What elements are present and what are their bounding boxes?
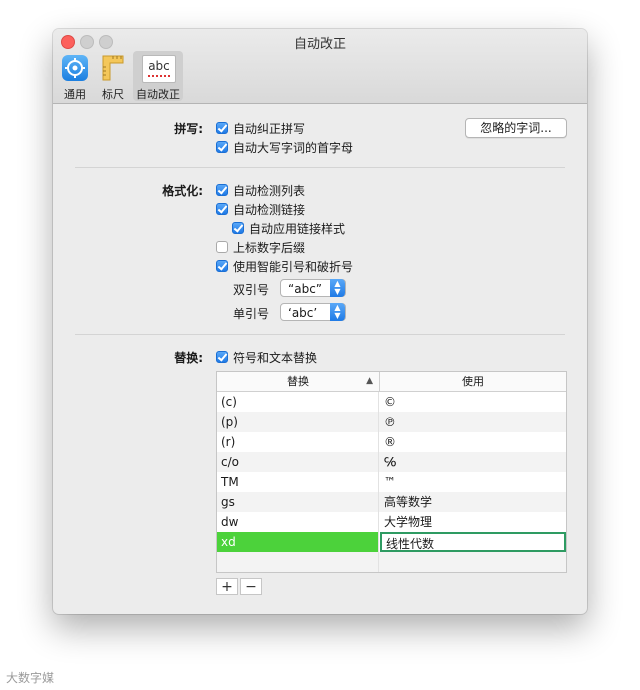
- column-header-with[interactable]: 使用: [380, 372, 566, 391]
- checkbox-icon: [216, 141, 228, 153]
- checkbox-label: 自动应用链接样式: [249, 221, 346, 236]
- apply-link-style-checkbox[interactable]: 自动应用链接样式: [232, 220, 345, 236]
- table-row[interactable]: dw 大学物理: [217, 512, 566, 532]
- with-cell[interactable]: ©: [380, 392, 566, 412]
- checkbox-icon: [216, 260, 228, 272]
- watermark: 大数字媒: [6, 671, 55, 685]
- column-header-replace[interactable]: 替换 ▲: [217, 372, 380, 391]
- abc-icon-text: abc: [148, 59, 170, 73]
- section-divider: [75, 167, 565, 168]
- with-cell-editing[interactable]: 线性代数: [380, 532, 566, 552]
- double-quotes-select[interactable]: “abc” ▲ ▼: [280, 279, 346, 297]
- toolbar-item-label: 标尺: [102, 88, 124, 101]
- table-row[interactable]: c/o ℅: [217, 452, 566, 472]
- table-row[interactable]: (p) ℗: [217, 412, 566, 432]
- checkbox-label: 使用智能引号和破折号: [233, 259, 354, 274]
- toolbar-item-autocorrect[interactable]: abc 自动改正: [133, 51, 183, 101]
- replace-cell[interactable]: dw: [217, 512, 379, 532]
- chevron-up-icon: ▲: [366, 376, 373, 386]
- ignored-words-button[interactable]: 忽略的字词...: [465, 118, 567, 138]
- toolbar-item-label: 通用: [64, 88, 86, 101]
- table-row-selected[interactable]: xd 线性代数: [217, 532, 566, 552]
- replace-cell[interactable]: xd: [217, 532, 379, 552]
- single-quotes-value: ‘abc’: [288, 306, 318, 320]
- replace-cell[interactable]: (r): [217, 432, 379, 452]
- abc-icon: abc: [142, 55, 176, 83]
- smart-quotes-checkbox[interactable]: 使用智能引号和破折号: [216, 258, 353, 274]
- window-title: 自动改正: [293, 37, 346, 52]
- with-cell[interactable]: ℅: [380, 452, 566, 472]
- detect-lists-checkbox[interactable]: 自动检测列表: [216, 182, 305, 198]
- spelling-label: 拼写:: [174, 122, 203, 136]
- table-row[interactable]: TM ™: [217, 472, 566, 492]
- auto-capitalize-checkbox[interactable]: 自动大写字词的首字母: [216, 139, 353, 155]
- checkbox-label: 自动大写字词的首字母: [233, 140, 354, 155]
- detect-links-checkbox[interactable]: 自动检测链接: [216, 201, 305, 217]
- replacement-table[interactable]: 替换 ▲ 使用 (c) © (p) ℗ (r) ® c/o ℅ TM ™ gs …: [216, 371, 567, 573]
- checkbox-icon: [216, 203, 228, 215]
- table-header: 替换 ▲ 使用: [217, 372, 566, 392]
- table-row-empty: [217, 552, 566, 572]
- replace-cell[interactable]: TM: [217, 472, 379, 492]
- section-divider: [75, 334, 565, 335]
- checkbox-label: 自动检测列表: [233, 183, 306, 198]
- checkbox-label: 上标数字后缀: [233, 240, 306, 255]
- replace-cell[interactable]: (c): [217, 392, 379, 412]
- checkbox-icon: [216, 351, 228, 363]
- with-cell[interactable]: 大学物理: [380, 512, 566, 532]
- chevron-up-down-icon: ▲ ▼: [330, 279, 345, 297]
- remove-row-button[interactable]: −: [240, 578, 262, 595]
- add-row-button[interactable]: +: [216, 578, 238, 595]
- superscript-suffix-checkbox[interactable]: 上标数字后缀: [216, 239, 305, 255]
- formatting-label: 格式化:: [162, 184, 203, 198]
- single-quotes-label: 单引号: [233, 307, 270, 321]
- replace-cell[interactable]: gs: [217, 492, 379, 512]
- with-cell[interactable]: ™: [380, 472, 566, 492]
- checkbox-icon: [232, 222, 244, 234]
- checkbox-icon: [216, 122, 228, 134]
- title-bar: 自动改正 通用 标尺 abc 自动改正: [53, 29, 587, 104]
- with-cell[interactable]: 高等数学: [380, 492, 566, 512]
- double-quotes-value: “abc”: [288, 282, 323, 296]
- ruler-icon: [102, 55, 124, 81]
- single-quotes-select[interactable]: ‘abc’ ▲ ▼: [280, 303, 346, 321]
- table-row[interactable]: (r) ®: [217, 432, 566, 452]
- symbol-text-replacement-checkbox[interactable]: 符号和文本替换: [216, 349, 317, 365]
- chevron-up-down-icon: ▲ ▼: [330, 303, 345, 321]
- checkbox-label: 自动检测链接: [233, 202, 306, 217]
- checkbox-label: 符号和文本替换: [233, 350, 318, 365]
- table-row[interactable]: (c) ©: [217, 392, 566, 412]
- double-quotes-label: 双引号: [233, 283, 270, 297]
- checkbox-icon: [216, 184, 228, 196]
- preferences-window: 自动改正 通用 标尺 abc 自动改正 拼写: 自动纠正拼写 自动大写字词的首字…: [53, 29, 587, 614]
- gear-icon: [62, 55, 88, 81]
- replace-cell[interactable]: c/o: [217, 452, 379, 472]
- table-row[interactable]: gs 高等数学: [217, 492, 566, 512]
- replace-cell[interactable]: (p): [217, 412, 379, 432]
- toolbar-item-ruler[interactable]: 标尺: [97, 51, 129, 101]
- with-cell[interactable]: ®: [380, 432, 566, 452]
- replacement-label: 替换:: [174, 351, 203, 365]
- toolbar-item-general[interactable]: 通用: [59, 51, 91, 101]
- checkbox-icon: [216, 241, 228, 253]
- toolbar-item-label: 自动改正: [136, 88, 180, 101]
- auto-correct-spelling-checkbox[interactable]: 自动纠正拼写: [216, 120, 305, 136]
- with-cell[interactable]: ℗: [380, 412, 566, 432]
- checkbox-label: 自动纠正拼写: [233, 121, 306, 136]
